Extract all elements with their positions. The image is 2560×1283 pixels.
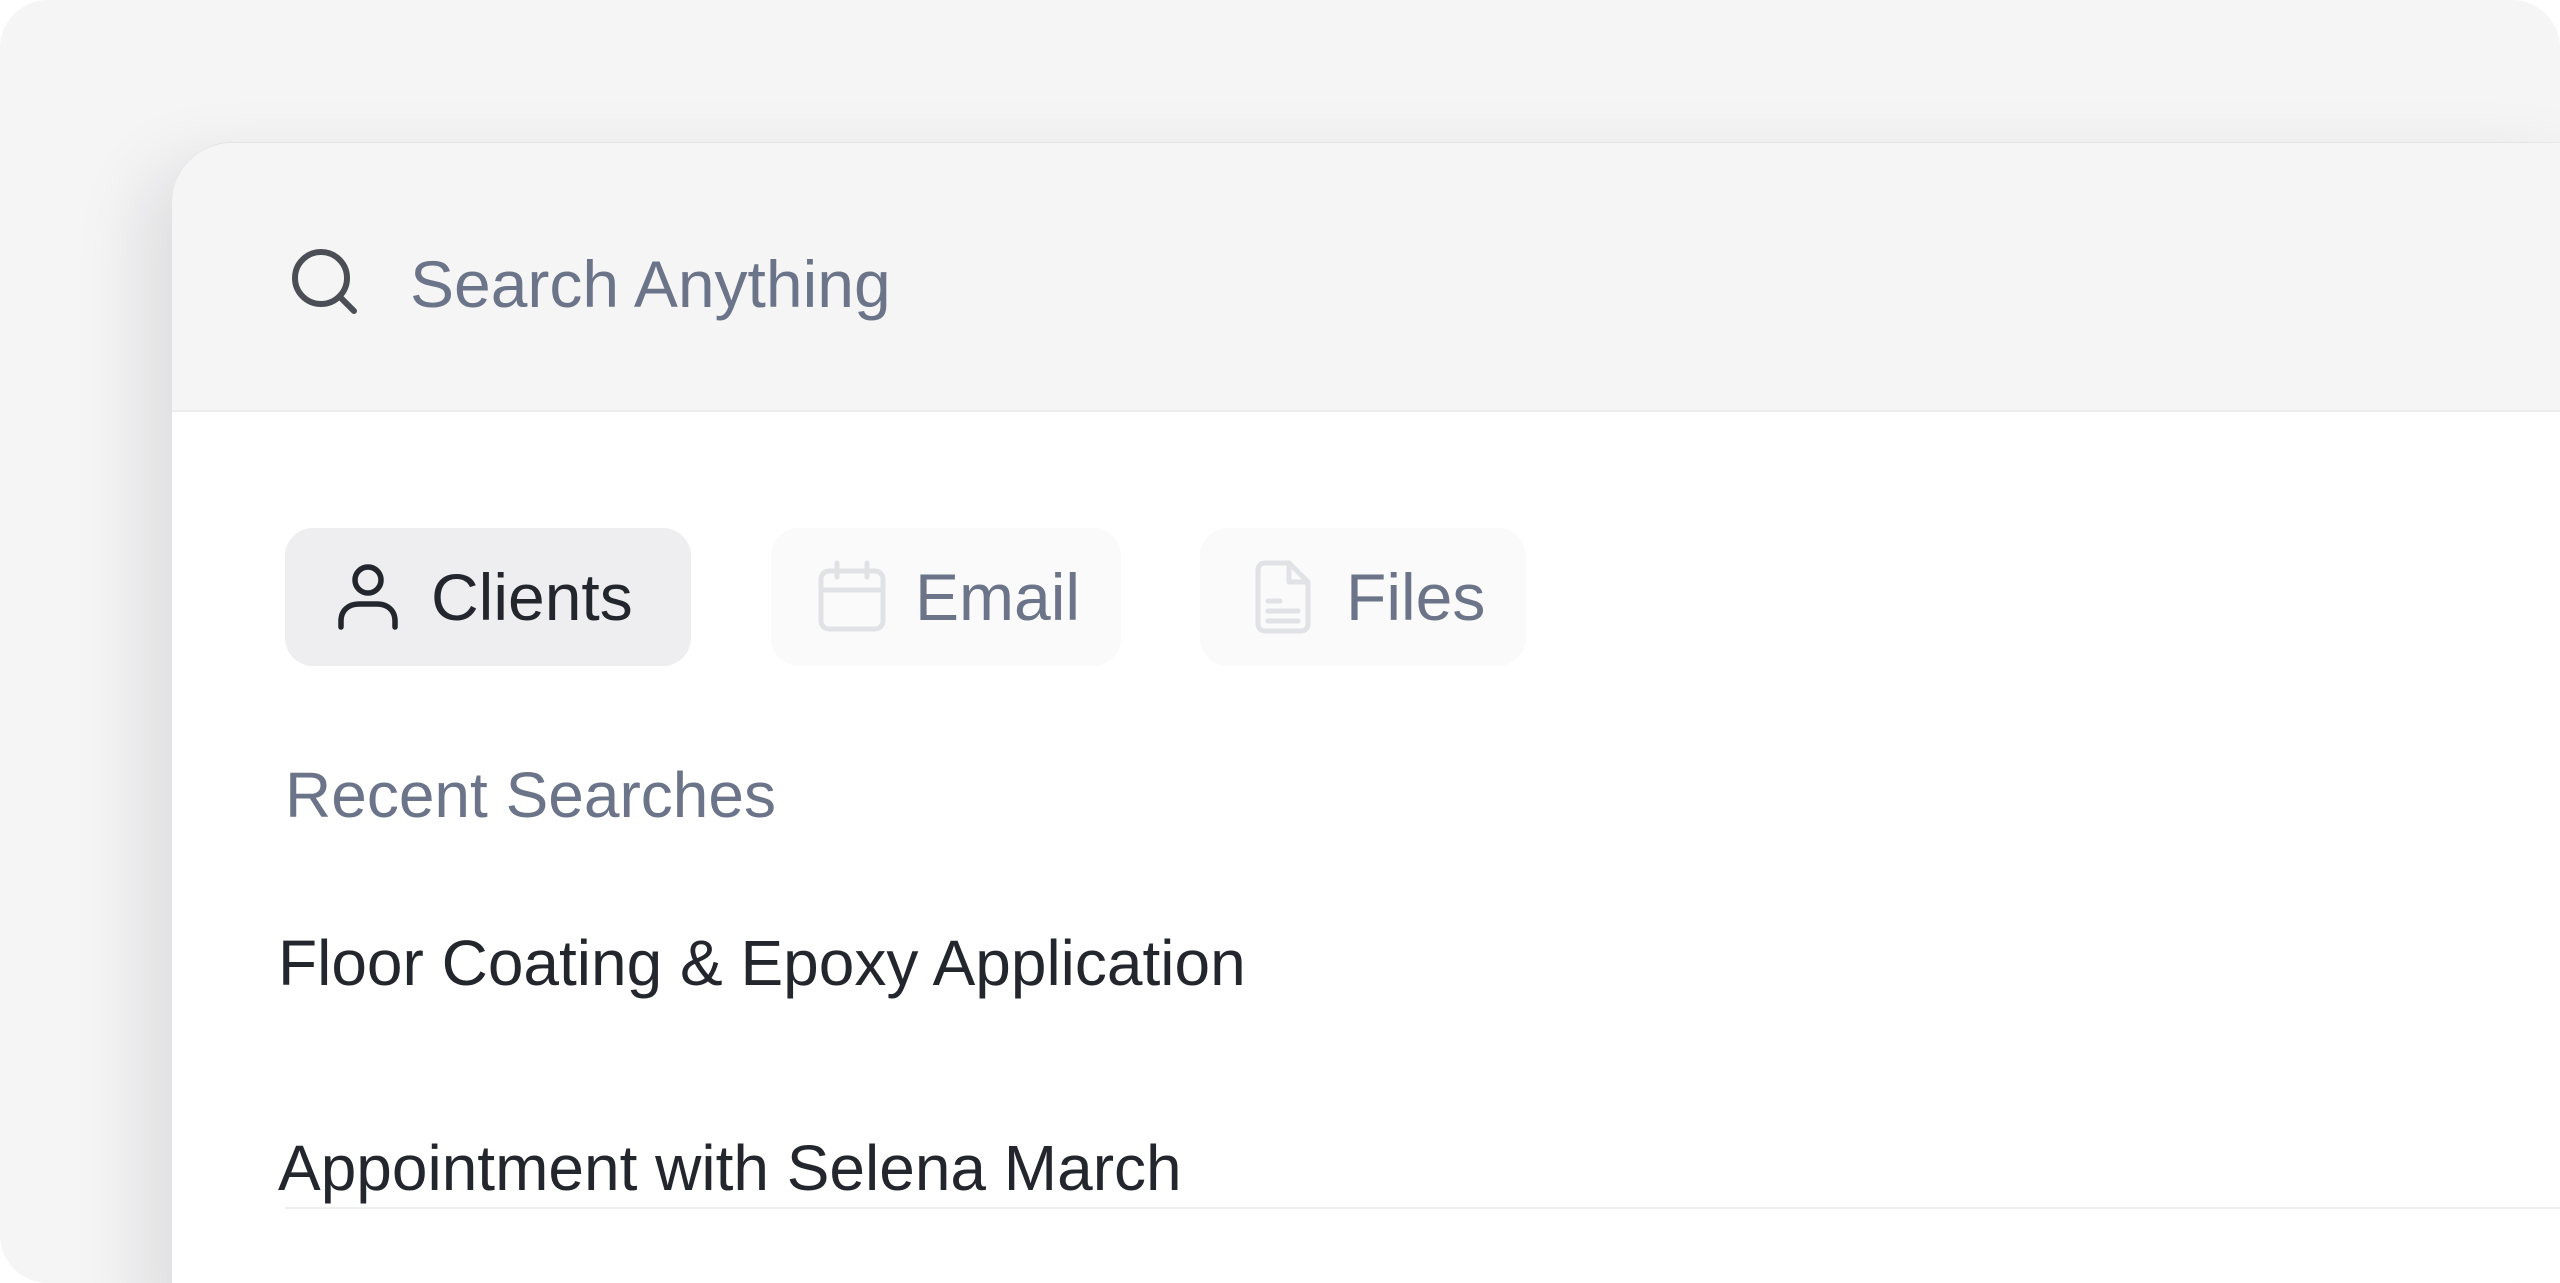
app-backdrop: Clients Email Files [0, 0, 2560, 1283]
search-input[interactable] [410, 239, 1810, 329]
filter-files-tab[interactable]: Files [1200, 528, 1526, 666]
search-panel: Clients Email Files [172, 143, 2560, 1283]
filter-email-tab[interactable]: Email [771, 528, 1121, 666]
recent-searches-title: Recent Searches [285, 759, 776, 831]
filter-clients-tab[interactable]: Clients [285, 528, 691, 666]
calendar-icon [818, 560, 886, 632]
filter-email-label: Email [915, 560, 1081, 634]
search-bar [172, 143, 2560, 412]
search-icon [292, 249, 357, 314]
document-icon [1255, 560, 1311, 634]
filter-files-label: Files [1346, 560, 1486, 634]
divider [285, 1207, 2560, 1209]
recent-search-item[interactable]: Appointment with Selena March [278, 1136, 1182, 1200]
recent-search-item[interactable]: Floor Coating & Epoxy Application [278, 931, 1246, 995]
user-icon [338, 564, 398, 630]
filter-clients-label: Clients [431, 560, 633, 634]
